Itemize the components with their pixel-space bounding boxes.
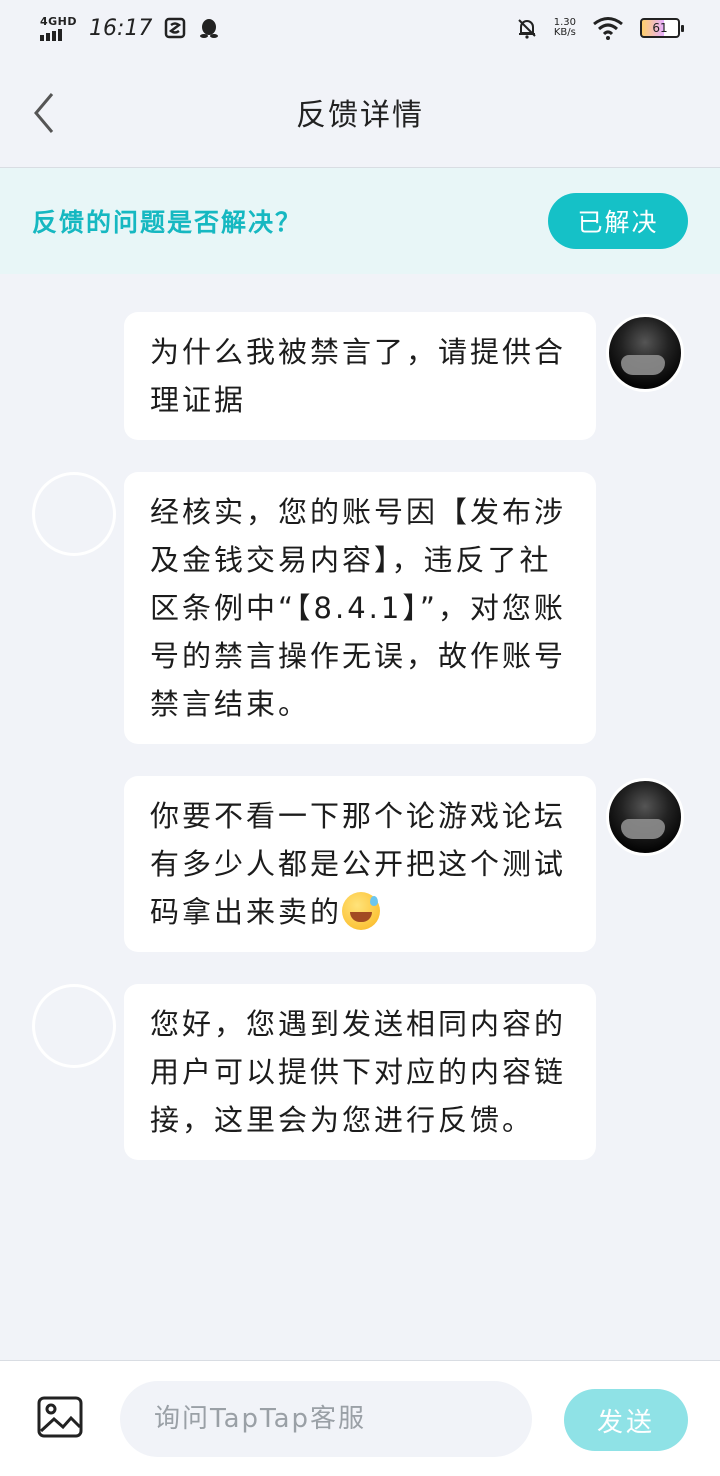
send-button[interactable]: 发送: [564, 1389, 688, 1451]
message-bubble: 经核实，您的账号因【发布涉及金钱交易内容】，违反了社区条例中“【8.4.1】”，…: [124, 472, 596, 744]
clock: 16:17: [89, 15, 153, 41]
message-bubble: 您好，您遇到发送相同内容的用户可以提供下对应的内容链接，这里会为您进行反馈。: [124, 984, 596, 1160]
header: 反馈详情: [0, 56, 720, 168]
message-bubble: 你要不看一下那个论游戏论坛有多少人都是公开把这个测试码拿出来卖的: [124, 776, 596, 952]
bell-muted-icon: [518, 19, 536, 39]
composer-bar: 发送: [0, 1360, 720, 1476]
network-speed-unit: KB/s: [553, 27, 576, 38]
support-avatar[interactable]: [32, 472, 116, 556]
image-upload-icon[interactable]: [36, 1395, 84, 1439]
support-avatar[interactable]: [32, 984, 116, 1068]
network-speed: 1.30 KB/s: [554, 18, 576, 38]
app-notification-icon: [165, 17, 186, 39]
message-text: 您好，您遇到发送相同内容的用户可以提供下对应的内容链接，这里会为您进行反馈。: [150, 1007, 567, 1137]
status-bar: 4GHD 16:17 1.30 KB/s 61: [0, 0, 720, 56]
resolve-banner: 反馈的问题是否解决？ 已解决: [0, 168, 720, 274]
qq-penguin-icon: [200, 19, 219, 38]
user-avatar[interactable]: [606, 778, 684, 856]
grinning-sweat-emoji-icon: [342, 892, 381, 930]
message-text: 为什么我被禁言了，请提供合理证据: [150, 335, 567, 417]
wifi-icon: [593, 17, 623, 40]
chat-input[interactable]: [120, 1381, 532, 1457]
battery-level: 61: [652, 21, 668, 35]
network-type: 4GHD: [40, 14, 78, 28]
cellular-signal-icon: 4GHD: [40, 16, 77, 41]
message-text: 经核实，您的账号因【发布涉及金钱交易内容】，违反了社区条例中“【8.4.1】”，…: [150, 495, 567, 721]
status-bar-right: 1.30 KB/s 61: [516, 16, 684, 40]
status-bar-left: 4GHD 16:17: [40, 16, 220, 41]
battery-icon: 61: [640, 18, 684, 38]
resolve-question: 反馈的问题是否解决？: [32, 208, 303, 237]
page-title: 反馈详情: [296, 98, 424, 133]
message-bubble: 为什么我被禁言了，请提供合理证据: [124, 312, 596, 440]
resolved-button[interactable]: 已解决: [548, 193, 688, 249]
user-avatar[interactable]: [606, 314, 684, 392]
